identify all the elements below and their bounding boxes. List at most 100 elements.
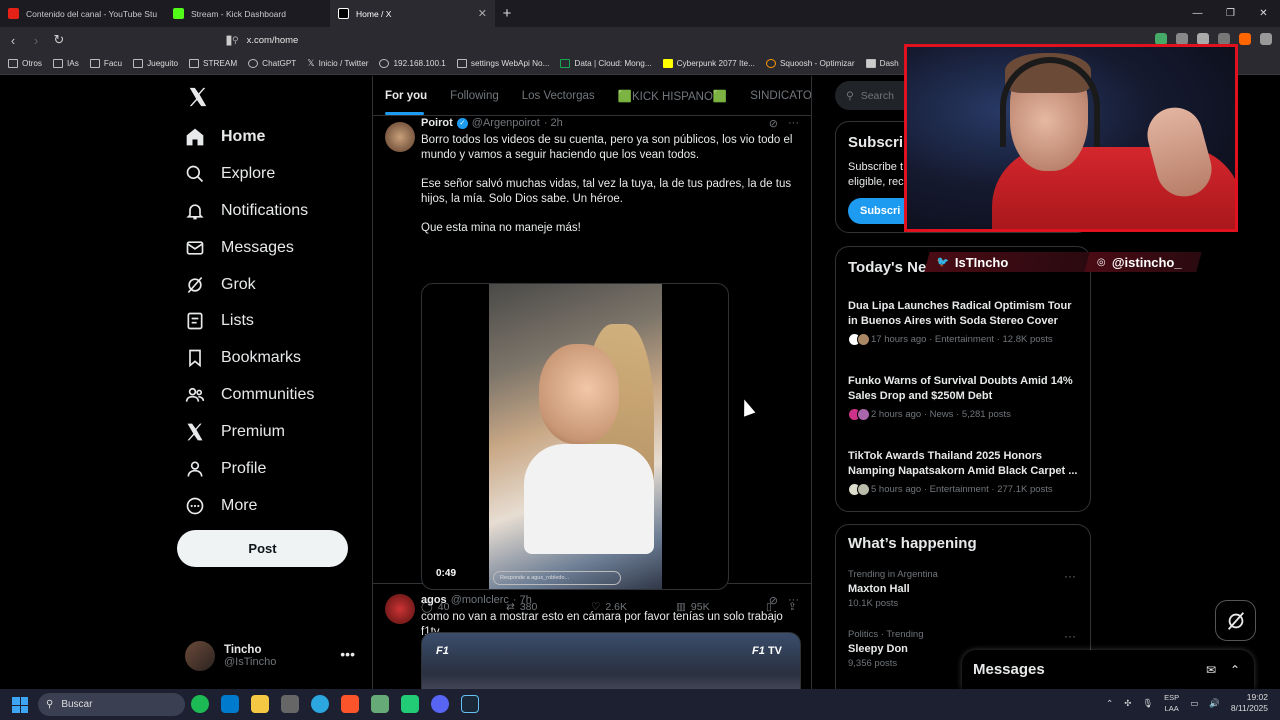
brave-shield-icon[interactable] bbox=[1239, 33, 1251, 45]
sidebar-item-profile[interactable]: Profile bbox=[185, 454, 266, 484]
more-horizontal-icon[interactable]: ··· bbox=[1064, 629, 1076, 643]
windows-start-icon[interactable] bbox=[12, 697, 28, 713]
sidebar-item-communities[interactable]: Communities bbox=[185, 380, 314, 410]
forward-icon[interactable]: › bbox=[26, 30, 46, 50]
f1tv-badge: F1 TV bbox=[752, 645, 782, 657]
microphone-icon[interactable]: 🎙 bbox=[1142, 698, 1153, 709]
cyberpunk-icon bbox=[662, 59, 673, 68]
file-explorer-icon[interactable] bbox=[251, 695, 269, 713]
grok-icon[interactable]: ⊘ bbox=[769, 594, 778, 607]
sidebar-item-premium[interactable]: Premium bbox=[185, 417, 285, 447]
site-info-icon[interactable]: ⚲ bbox=[232, 35, 239, 46]
more-horizontal-icon[interactable]: ••• bbox=[340, 646, 355, 662]
tab-youtube-studio[interactable]: Contenido del canal - YouTube Studio bbox=[0, 0, 165, 27]
tray-app-icon[interactable]: ✣ bbox=[1124, 698, 1131, 709]
bookmark-folder[interactable]: STREAM bbox=[189, 59, 237, 68]
new-tab-button[interactable]: + bbox=[495, 0, 519, 27]
sidebar-item-messages[interactable]: Messages bbox=[185, 233, 294, 263]
post-button[interactable]: Post bbox=[177, 530, 348, 567]
x-logo-icon[interactable] bbox=[187, 86, 209, 108]
grok-icon[interactable]: ⊘ bbox=[769, 117, 778, 130]
clock[interactable]: 19:02 8/11/2025 bbox=[1231, 692, 1268, 714]
bookmark-link[interactable]: Data | Cloud: Mong... bbox=[560, 59, 652, 68]
sidebar-item-explore[interactable]: Explore bbox=[185, 159, 275, 189]
tweet[interactable]: Poirot ✓ @Argenpoirot · 2h ⊘ ··· Borro t… bbox=[373, 116, 811, 613]
app-icon[interactable] bbox=[401, 695, 419, 713]
tweet-author-handle[interactable]: @Argenpoirot bbox=[472, 117, 540, 129]
edge-icon[interactable] bbox=[311, 695, 329, 713]
url-field[interactable]: ⚲ x.com/home bbox=[232, 31, 892, 49]
tab-following[interactable]: Following bbox=[450, 90, 499, 102]
tweet-video[interactable]: Responde a agus_robledo... 0:49 bbox=[421, 283, 729, 590]
taskbar-search[interactable]: ⚲ Buscar bbox=[38, 693, 185, 716]
sidebar-item-home[interactable]: Home bbox=[185, 122, 265, 152]
restore-icon[interactable]: ❐ bbox=[1214, 0, 1247, 27]
bookmark-folder[interactable]: Facu bbox=[89, 59, 122, 68]
minimize-icon[interactable]: — bbox=[1181, 0, 1214, 27]
language-indicator[interactable]: ESP LAA bbox=[1164, 692, 1179, 714]
steam-icon[interactable] bbox=[461, 695, 479, 713]
bookmark-link[interactable]: ChatGPT bbox=[248, 59, 296, 68]
app-icon[interactable] bbox=[371, 695, 389, 713]
store-icon[interactable] bbox=[281, 695, 299, 713]
tweet-author-name[interactable]: agos bbox=[421, 594, 447, 606]
menu-icon[interactable] bbox=[1260, 33, 1272, 45]
tab-los-vectorgas[interactable]: Los Vectorgas bbox=[522, 90, 595, 102]
account-switcher[interactable]: Tincho @IsTincho ••• bbox=[185, 638, 365, 674]
tab-sindicato[interactable]: SINDICATO D bbox=[750, 90, 811, 102]
monitor-icon[interactable]: ▭ bbox=[1190, 698, 1198, 709]
new-message-icon[interactable]: ✉ bbox=[1206, 663, 1230, 677]
bookmark-link[interactable]: 192.168.100.1 bbox=[379, 59, 446, 68]
bookmark-folder[interactable]: Jueguito bbox=[133, 59, 178, 68]
more-horizontal-icon[interactable]: ··· bbox=[788, 594, 799, 607]
grok-floating-button[interactable] bbox=[1215, 600, 1256, 641]
chatgpt-icon bbox=[248, 59, 259, 68]
spotify-icon[interactable] bbox=[191, 695, 209, 713]
bookmark-link[interactable]: 𝕏 Inicio / Twitter bbox=[307, 58, 368, 69]
tweet-time[interactable]: · 7h bbox=[513, 594, 532, 606]
tweet-video[interactable]: F1 F1 TV bbox=[421, 632, 801, 689]
avatar[interactable] bbox=[385, 594, 415, 624]
sidebar-item-lists[interactable]: Lists bbox=[185, 306, 254, 336]
avatar[interactable] bbox=[385, 122, 415, 152]
more-horizontal-icon[interactable]: ··· bbox=[788, 117, 799, 130]
more-horizontal-icon[interactable]: ··· bbox=[1064, 569, 1076, 583]
volume-icon[interactable]: 🔊 bbox=[1209, 698, 1220, 709]
discord-icon[interactable] bbox=[431, 695, 449, 713]
overlay-instagram-handle: ◎ @istincho_ bbox=[1084, 252, 1202, 272]
vscode-icon[interactable] bbox=[221, 695, 239, 713]
bookmark-folder[interactable]: IAs bbox=[53, 59, 79, 68]
tab-kick-hispano[interactable]: 🟩KICK HISPANO🟩 bbox=[618, 89, 728, 103]
sidebar-item-notifications[interactable]: Notifications bbox=[185, 196, 308, 226]
news-item[interactable]: TikTok Awards Thailand 2025 Honors Nampi… bbox=[848, 449, 1082, 496]
bookmark-link[interactable]: Squoosh - Optimizar bbox=[765, 59, 855, 68]
bookmark-link[interactable]: settings WebApi No... bbox=[456, 59, 549, 68]
sidebar-item-grok[interactable]: Grok bbox=[185, 270, 256, 300]
expand-icon[interactable]: ⌃ bbox=[1230, 663, 1254, 677]
close-window-icon[interactable]: ✕ bbox=[1247, 0, 1280, 27]
bookmark-link[interactable]: Cyberpunk 2077 Ite... bbox=[662, 59, 755, 68]
sidebar-item-label: Explore bbox=[221, 165, 276, 182]
news-item[interactable]: Dua Lipa Launches Radical Optimism Tour … bbox=[848, 299, 1082, 346]
tab-kick-dashboard[interactable]: Stream - Kick Dashboard bbox=[165, 0, 330, 27]
bookmark-folder[interactable]: Otros bbox=[8, 59, 42, 68]
tweet-author-name[interactable]: Poirot bbox=[421, 117, 453, 129]
tweet[interactable]: agos @monlclerc · 7h ⊘ ··· como no van a… bbox=[373, 584, 811, 689]
sidebar-item-bookmarks[interactable]: Bookmarks bbox=[185, 343, 301, 373]
sidebar-item-more[interactable]: More bbox=[185, 491, 257, 521]
tab-home-x[interactable]: Home / X ✕ bbox=[330, 0, 495, 27]
folder-icon bbox=[89, 59, 100, 68]
back-icon[interactable]: ‹ bbox=[3, 30, 23, 50]
chevron-up-icon[interactable]: ⌃ bbox=[1106, 698, 1113, 709]
sidebar-item-label: Notifications bbox=[221, 202, 309, 219]
tweet-time[interactable]: · 2h bbox=[544, 117, 563, 129]
reload-icon[interactable]: ↻ bbox=[49, 30, 69, 50]
messages-drawer[interactable]: Messages ✉ ⌃ bbox=[962, 650, 1254, 689]
bookmark-link[interactable]: Dash bbox=[865, 59, 899, 68]
tab-for-you[interactable]: For you bbox=[385, 90, 427, 102]
tweet-author-handle[interactable]: @monlclerc bbox=[451, 594, 509, 606]
trend-item[interactable]: Trending in Argentina Maxton Hall 10.1K … bbox=[848, 569, 1082, 609]
brave-icon[interactable] bbox=[341, 695, 359, 713]
close-tab-icon[interactable]: ✕ bbox=[478, 7, 487, 20]
news-item[interactable]: Funko Warns of Survival Doubts Amid 14% … bbox=[848, 374, 1082, 421]
